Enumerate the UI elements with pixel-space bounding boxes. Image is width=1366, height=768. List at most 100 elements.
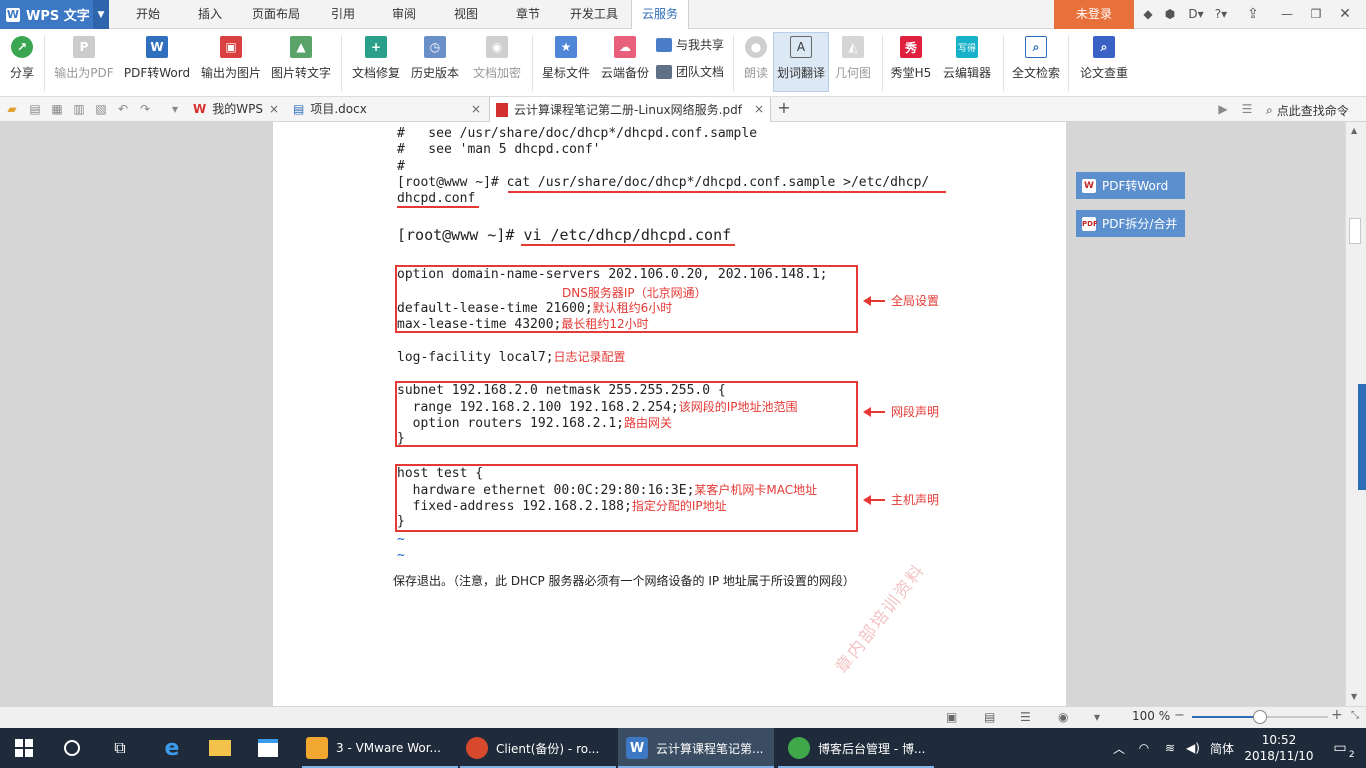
geometry-button[interactable]: ◭ 几何图 [831, 33, 875, 93]
zoom-in-icon[interactable]: + [1331, 707, 1343, 723]
xiutang-h5-button[interactable]: 秀 秀堂H5 [888, 33, 934, 93]
scroll-up-icon[interactable]: ▲ [1351, 126, 1357, 135]
close-tab-icon[interactable]: × [754, 97, 764, 122]
screen-icon[interactable]: ▶ [1216, 102, 1230, 116]
wps-logo-icon: W [6, 7, 20, 22]
search-doc-icon: ⌕ [1025, 36, 1047, 58]
help-icon[interactable]: ?▾ [1210, 7, 1232, 21]
pdf-to-word-button[interactable]: W PDF转Word [121, 33, 193, 93]
notification-center[interactable]: ▭ 2 [1320, 728, 1360, 768]
cloud-editor-button[interactable]: 写得 云编辑器 [939, 33, 995, 93]
open-folder-icon[interactable]: ▰ [5, 102, 19, 116]
tab-page-layout[interactable]: 页面布局 [246, 0, 306, 29]
tab-references[interactable]: 引用 [320, 0, 366, 29]
folder-icon [209, 740, 231, 756]
web-view-icon[interactable]: ◉ [1058, 710, 1068, 724]
clock[interactable]: 10:52 2018/11/10 [1242, 728, 1316, 768]
doc-encrypt-button[interactable]: ◉ 文档加密 [468, 33, 526, 93]
print-icon[interactable]: ▥ [72, 102, 86, 116]
undo-icon[interactable]: ↶ [116, 102, 130, 116]
doc-tab-pdf[interactable]: 云计算课程笔记第二册-Linux网络服务.pdf × [489, 97, 771, 123]
search-button[interactable] [48, 728, 96, 768]
side-pdf-split-button[interactable]: PDF PDF拆分/合并 [1076, 210, 1185, 237]
print-preview-icon[interactable]: ▦ [50, 102, 64, 116]
tab-home[interactable]: 开始 [125, 0, 171, 29]
protect-view-icon[interactable]: ▾ [1094, 710, 1100, 724]
close-tab-icon[interactable]: × [269, 97, 279, 122]
tray-expand-icon[interactable]: ︿ [1108, 728, 1130, 768]
share-dropdown-icon[interactable]: D▾ [1185, 7, 1207, 21]
network-icon[interactable]: ◠ [1132, 728, 1156, 768]
task-view-button[interactable]: ⧉ [96, 728, 144, 768]
export-icon[interactable]: ▧ [94, 102, 108, 116]
tab-developer[interactable]: 开发工具 [563, 0, 625, 29]
minimize-icon[interactable]: — [1280, 7, 1294, 21]
tab-view[interactable]: 视图 [443, 0, 489, 29]
expand-icon[interactable]: ⤡ [1351, 710, 1359, 721]
scroll-down-icon[interactable]: ▼ [1351, 692, 1357, 701]
app-menu-button[interactable]: W WPS 文字 ▼ [0, 0, 109, 29]
translate-button[interactable]: A 划词翻译 [773, 32, 829, 92]
cloud-backup-button[interactable]: ☁ 云端备份 [597, 33, 653, 93]
export-pdf-button[interactable]: P 输出为PDF [52, 33, 116, 93]
ime-indicator[interactable]: 简体 [1206, 728, 1238, 768]
taskbar-item-wps[interactable]: W 云计算课程笔记第... [618, 728, 774, 768]
maximize-icon[interactable]: ❐ [1309, 7, 1323, 21]
pdf-word-icon: W [1082, 178, 1096, 193]
image-to-text-button[interactable]: ▲ 图片转文字 [268, 33, 334, 93]
side-panel-toggle[interactable] [1358, 384, 1366, 490]
arrow-label-global: 全局设置 [863, 292, 939, 309]
zoom-slider[interactable] [1192, 710, 1328, 724]
tab-review[interactable]: 审阅 [381, 0, 427, 29]
store-button[interactable] [244, 728, 292, 768]
tab-chapter[interactable]: 章节 [505, 0, 551, 29]
taskbar-item-browser[interactable]: 博客后台管理 - 博... [778, 728, 934, 768]
fulltext-search-button[interactable]: ⌕ 全文检索 [1009, 33, 1063, 93]
side-pdf-to-word-button[interactable]: W PDF转Word [1076, 172, 1185, 199]
wifi-icon[interactable]: ≋ [1158, 728, 1182, 768]
new-tab-icon[interactable]: + [777, 100, 791, 116]
zoom-level[interactable]: 100 % [1132, 709, 1170, 723]
paper-check-button[interactable]: ⌕ 论文查重 [1075, 33, 1133, 93]
restore-up-icon[interactable]: ⇪ [1246, 7, 1260, 21]
annotation: DNS服务器IP（北京网通） [562, 286, 707, 300]
team-docs-button[interactable]: 团队文档 [656, 62, 724, 82]
history-button[interactable]: ◷ 历史版本 [407, 33, 463, 93]
volume-icon[interactable]: ◀) [1182, 728, 1204, 768]
login-button[interactable]: 未登录 [1054, 0, 1134, 29]
zoom-slider-thumb[interactable] [1253, 710, 1267, 724]
fullscreen-icon[interactable]: ▣ [946, 710, 957, 724]
cube-icon[interactable]: ⬢ [1163, 7, 1177, 21]
zoom-out-icon[interactable]: − [1174, 708, 1185, 723]
tab-insert[interactable]: 插入 [187, 0, 233, 29]
close-tab-icon[interactable]: × [471, 97, 481, 122]
share-button[interactable]: ↗ 分享 [4, 33, 40, 93]
command-search[interactable]: ⌕ 点此查找命令 [1266, 100, 1349, 120]
scroll-thumb[interactable] [1349, 218, 1361, 244]
taskbar-item-client[interactable]: Client(备份) - ro... [460, 728, 616, 768]
tab-cloud-services[interactable]: 云服务 [631, 0, 689, 30]
wps-taskbar-icon: W [626, 737, 648, 759]
doc-tab-my-wps[interactable]: W 我的WPS × [187, 97, 285, 122]
taskbar-item-vmware[interactable]: 3 - VMware Wor... [302, 728, 458, 768]
star-files-button[interactable]: ★ 星标文件 [538, 33, 594, 93]
save-icon[interactable]: ▤ [28, 102, 42, 116]
read-aloud-button[interactable]: ● 朗读 [739, 33, 773, 93]
file-explorer-button[interactable] [196, 728, 244, 768]
edge-button[interactable]: e [148, 728, 196, 768]
outline-view-icon[interactable]: ☰ [1020, 710, 1031, 724]
close-icon[interactable]: ✕ [1338, 7, 1352, 21]
start-button[interactable] [0, 728, 48, 768]
doc-tab-project-docx[interactable]: ▤ 项目.docx × [287, 97, 487, 122]
share-with-me-button[interactable]: 与我共享 [656, 35, 724, 55]
export-image-button[interactable]: ▣ 输出为图片 [198, 33, 264, 93]
page-view-icon[interactable]: ▤ [984, 710, 995, 724]
doc-repair-button[interactable]: + 文档修复 [348, 33, 404, 93]
redo-icon[interactable]: ↷ [138, 102, 152, 116]
arrow-label-host: 主机声明 [863, 491, 939, 508]
tab-list-icon[interactable]: ☰ [1240, 102, 1254, 116]
quick-access-dropdown-icon[interactable]: ▾ [168, 102, 182, 116]
chevron-down-icon[interactable]: ▼ [93, 0, 109, 29]
paper-check-icon: ⌕ [1093, 36, 1115, 58]
skin-icon[interactable]: ◆ [1141, 7, 1155, 21]
